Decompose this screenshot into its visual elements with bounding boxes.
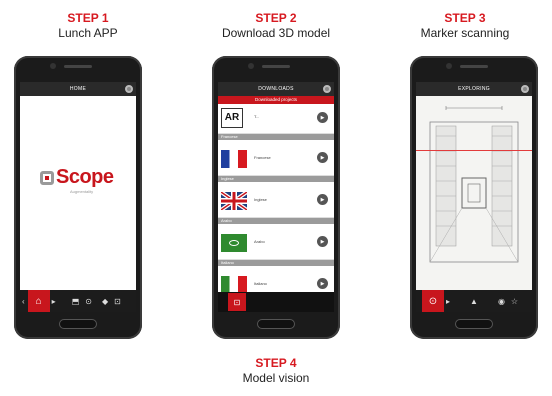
phone-camera xyxy=(248,63,254,69)
flag-france-icon xyxy=(221,150,247,168)
rotate-icon[interactable]: ◉ xyxy=(498,297,505,306)
list-item[interactable]: Arabo ▶ xyxy=(218,224,334,260)
home-button[interactable]: ⌂ xyxy=(27,290,50,312)
step-number: STEP 2 xyxy=(255,11,297,25)
tag-icon[interactable]: ◆ xyxy=(102,297,108,306)
step-number: STEP 4 xyxy=(255,356,297,370)
camera-icon[interactable]: ⊡ xyxy=(114,297,121,306)
step-2-title: STEP 2 Download 3D model xyxy=(191,11,361,41)
downloads-screen: DOWNLOADS Downloaded projects AR T... ▶ … xyxy=(218,82,334,312)
phone-downloads: DOWNLOADS Downloaded projects AR T... ▶ … xyxy=(212,56,340,339)
item-name: Francese xyxy=(254,155,271,160)
app-header: DOWNLOADS xyxy=(218,82,334,96)
app-header: HOME xyxy=(20,82,136,96)
phone-home-button xyxy=(59,319,97,329)
camera-viewfinder xyxy=(416,96,532,290)
step-3-title: STEP 3 Marker scanning xyxy=(380,11,550,41)
play-icon[interactable]: ▶ xyxy=(317,194,328,205)
flag-uk-icon xyxy=(221,192,247,210)
gear-icon[interactable] xyxy=(323,85,331,93)
home-screen: HOME Scope Augmentality ‹ ⌂ ▸ ⬒ ⊙ ◆ ⊡ xyxy=(20,82,136,312)
step-description: Model vision xyxy=(242,371,310,385)
floor-plan-marker xyxy=(429,106,519,263)
list-item[interactable]: Francese ▶ xyxy=(218,140,334,176)
play-icon[interactable]: ▶ xyxy=(317,112,328,123)
phone-exploring: EXPLORING ⊙ ▸ ▲ ◉ ☆ xyxy=(410,56,538,339)
bottom-bar: ‹ ⌂ ▸ ⬒ ⊙ ◆ ⊡ xyxy=(20,290,136,312)
step-description: Lunch APP xyxy=(58,26,118,40)
step-description: Download 3D model xyxy=(221,26,331,40)
marker-icon[interactable]: ▲ xyxy=(470,297,478,306)
bottom-bar: ⊡ xyxy=(218,292,334,312)
scope-logo: Scope xyxy=(40,166,114,189)
downloaded-projects-banner: Downloaded projects xyxy=(218,96,334,104)
pin-icon[interactable]: ⊙ xyxy=(85,297,92,306)
header-title: EXPLORING xyxy=(458,86,490,92)
play-icon[interactable]: ▶ xyxy=(317,278,328,289)
item-name: Inglese xyxy=(254,197,267,202)
step-description: Marker scanning xyxy=(420,26,510,40)
header-title: HOME xyxy=(69,86,87,92)
header-title: DOWNLOADS xyxy=(258,86,294,92)
step-4-title: STEP 4 Model vision xyxy=(191,356,361,386)
arrow-icon[interactable]: ▸ xyxy=(52,297,56,306)
gear-icon[interactable] xyxy=(521,85,529,93)
phone-speaker xyxy=(262,65,290,68)
list-item[interactable]: AR T... ▶ xyxy=(218,104,334,134)
scan-line xyxy=(416,150,532,151)
flag-arabic-icon xyxy=(221,234,247,252)
gear-icon[interactable] xyxy=(125,85,133,93)
scope-logo-subtitle: Augmentality xyxy=(70,189,94,194)
app-header: EXPLORING xyxy=(416,82,532,96)
back-button[interactable]: ⊡ xyxy=(228,293,246,311)
step-1-title: STEP 1 Lunch APP xyxy=(3,11,173,41)
step-number: STEP 1 xyxy=(67,11,109,25)
list-item[interactable]: Inglese ▶ xyxy=(218,182,334,218)
phone-camera xyxy=(446,63,452,69)
star-icon[interactable]: ☆ xyxy=(511,297,518,306)
play-icon[interactable]: ▶ xyxy=(317,236,328,247)
phone-home-button xyxy=(455,319,493,329)
play-icon[interactable]: ▶ xyxy=(317,152,328,163)
scope-logo-icon xyxy=(40,170,54,185)
step-number: STEP 3 xyxy=(444,11,486,25)
exploring-screen: EXPLORING ⊙ ▸ ▲ ◉ ☆ xyxy=(416,82,532,312)
scope-logo-text: Scope xyxy=(56,166,114,188)
bottom-bar: ⊙ ▸ ▲ ◉ ☆ xyxy=(416,290,532,312)
ar-logo: AR xyxy=(221,108,243,128)
arrow-icon[interactable]: ▸ xyxy=(446,297,450,306)
download-icon[interactable]: ⬒ xyxy=(72,297,80,306)
item-name: Arabo xyxy=(254,239,265,244)
phone-speaker xyxy=(460,65,488,68)
back-arrow-icon[interactable]: ‹ xyxy=(22,297,25,306)
phone-speaker xyxy=(64,65,92,68)
item-name: Italiano xyxy=(254,281,267,286)
phone-home-button xyxy=(257,319,295,329)
phone-home: HOME Scope Augmentality ‹ ⌂ ▸ ⬒ ⊙ ◆ ⊡ xyxy=(14,56,142,339)
phone-camera xyxy=(50,63,56,69)
item-name: T... xyxy=(254,114,260,119)
camera-button[interactable]: ⊙ xyxy=(422,290,444,312)
